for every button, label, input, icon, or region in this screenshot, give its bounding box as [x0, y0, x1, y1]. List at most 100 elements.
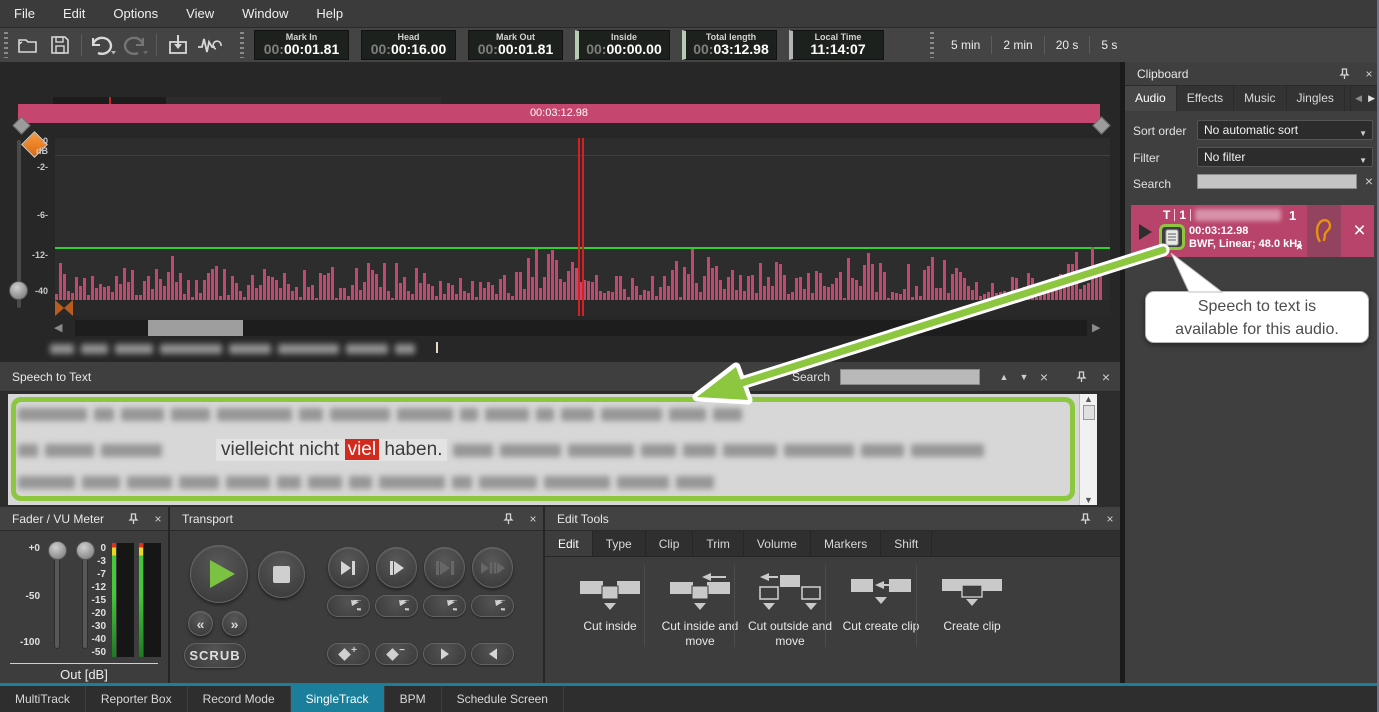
add-marker-button[interactable]: + [327, 643, 370, 665]
skip-forward-button[interactable]: » [222, 611, 247, 636]
speech-text-doc-icon[interactable] [1159, 224, 1185, 250]
play-around-button[interactable] [472, 547, 513, 588]
tab-music[interactable]: Music [1234, 86, 1286, 111]
speech-search-input[interactable] [840, 369, 980, 385]
menu-edit[interactable]: Edit [49, 6, 99, 21]
tab-trim[interactable]: Trim [693, 531, 744, 556]
audio-waveform-button[interactable] [194, 32, 226, 58]
import-audio-button[interactable] [162, 32, 194, 58]
zoom-2min-button[interactable]: 2 min [992, 35, 1043, 55]
loop-button-1[interactable] [327, 595, 370, 617]
play-to-end-button[interactable] [328, 547, 369, 588]
play-button[interactable] [190, 545, 248, 603]
tab-record-mode[interactable]: Record Mode [188, 686, 291, 712]
tab-type[interactable]: Type [593, 531, 646, 556]
loop-button-2[interactable] [375, 595, 418, 617]
search-clear-icon[interactable]: × [1359, 173, 1379, 189]
tab-jingles[interactable]: Jingles [1287, 86, 1345, 111]
prev-marker-button[interactable] [471, 643, 514, 665]
sort-order-dropdown[interactable]: No automatic sort▼ [1197, 120, 1373, 140]
toolbar-grip[interactable] [930, 32, 934, 58]
tool-cut-outside-and-move[interactable]: Cut outside and move [746, 573, 834, 649]
stop-button[interactable] [258, 551, 305, 598]
next-marker-button[interactable] [423, 643, 466, 665]
tabs-scroll-right-icon[interactable]: ▶ [1368, 93, 1375, 104]
transcript-scrollbar[interactable]: ▲ ▼ [1079, 394, 1097, 505]
tabs-scroll-left-icon[interactable]: ◀ [1355, 93, 1362, 104]
playhead-cursor[interactable] [582, 138, 584, 316]
remove-marker-button[interactable]: − [375, 643, 418, 665]
undo-button[interactable] [87, 32, 119, 58]
clipboard-audio-entry[interactable]: T 1 1 00:03:12.98 BWF, Linear; 48.0 kHz … [1131, 205, 1374, 257]
crossfade-marker-icon[interactable] [55, 300, 73, 316]
output-fader-track-left[interactable] [54, 553, 60, 649]
tool-cut-inside-and-move[interactable]: Cut inside and move [656, 573, 744, 649]
scroll-left-arrow[interactable]: ◀ [54, 321, 62, 334]
loop-button-4[interactable] [471, 595, 514, 617]
tab-schedule-screen[interactable]: Schedule Screen [442, 686, 564, 712]
entry-delete-button[interactable]: × [1345, 205, 1374, 257]
pin-icon[interactable] [1339, 68, 1359, 80]
collapse-chevrons-icon[interactable]: » [1291, 243, 1306, 250]
tab-bpm[interactable]: BPM [385, 686, 442, 712]
tab-audio[interactable]: Audio [1125, 86, 1177, 111]
open-folder-button[interactable] [12, 32, 44, 58]
filter-dropdown[interactable]: No filter▼ [1197, 147, 1373, 167]
tab-volume[interactable]: Volume [744, 531, 811, 556]
menu-options[interactable]: Options [99, 6, 172, 21]
play-from-cursor-button[interactable] [376, 547, 417, 588]
search-next-icon[interactable]: ▼ [1014, 372, 1034, 382]
scroll-right-arrow[interactable]: ▶ [1092, 321, 1100, 334]
tab-clip[interactable]: Clip [646, 531, 694, 556]
pin-icon[interactable] [503, 513, 523, 525]
clipboard-search-input[interactable] [1197, 174, 1357, 189]
save-button[interactable] [44, 32, 76, 58]
zoom-20s-button[interactable]: 20 s [1045, 35, 1090, 55]
zoom-range-strip[interactable] [53, 97, 441, 104]
output-fader-knob-left[interactable] [48, 541, 67, 560]
tab-edit[interactable]: Edit [545, 531, 593, 556]
playhead-cursor[interactable] [578, 138, 580, 316]
pin-icon[interactable] [128, 513, 148, 525]
pin-icon[interactable] [1076, 371, 1096, 383]
scrollbar-thumb[interactable] [148, 320, 243, 336]
close-icon[interactable]: × [1096, 369, 1116, 385]
search-prev-icon[interactable]: ▲ [994, 372, 1014, 382]
tool-cut-inside[interactable]: Cut inside [566, 573, 654, 634]
scrub-button[interactable]: SCRUB [184, 643, 246, 668]
tab-singletrack[interactable]: SingleTrack [291, 686, 385, 712]
tab-reporter-box[interactable]: Reporter Box [86, 686, 188, 712]
tab-effects[interactable]: Effects [1177, 86, 1234, 111]
close-icon[interactable]: × [523, 512, 543, 526]
tab-markers[interactable]: Markers [811, 531, 881, 556]
zoom-5min-button[interactable]: 5 min [940, 35, 991, 55]
menu-view[interactable]: View [172, 6, 228, 21]
pin-icon[interactable] [1080, 513, 1100, 525]
toolbar-grip[interactable] [4, 32, 8, 58]
scroll-down-icon[interactable]: ▼ [1084, 495, 1093, 505]
entry-play-icon[interactable] [1139, 224, 1152, 240]
prelisten-section[interactable] [1307, 205, 1341, 257]
waveform-canvas[interactable] [55, 138, 1110, 316]
loop-button-3[interactable] [423, 595, 466, 617]
close-icon[interactable]: × [1359, 67, 1379, 81]
tab-shift[interactable]: Shift [881, 531, 932, 556]
scroll-up-icon[interactable]: ▲ [1084, 394, 1093, 404]
menu-window[interactable]: Window [228, 6, 302, 21]
tool-cut-create-clip[interactable]: Cut create clip [837, 573, 925, 634]
clip-overview-bar[interactable]: 00:03:12.98 [18, 104, 1100, 123]
menu-help[interactable]: Help [302, 6, 357, 21]
tab-multitrack[interactable]: MultiTrack [0, 686, 86, 712]
search-clear-icon[interactable]: × [1034, 369, 1054, 385]
scrollbar-thumb[interactable] [1083, 405, 1095, 420]
toolbar-grip[interactable] [240, 32, 244, 58]
zoom-5s-button[interactable]: 5 s [1090, 35, 1128, 55]
tool-create-clip[interactable]: Create clip [928, 573, 1016, 634]
skip-back-button[interactable]: « [188, 611, 213, 636]
close-icon[interactable]: × [1100, 512, 1120, 526]
waveform-scrollbar[interactable] [75, 320, 1087, 336]
close-icon[interactable]: × [148, 512, 168, 526]
menu-file[interactable]: File [0, 6, 49, 21]
transcript-area[interactable]: vielleicht nicht viel haben. ▲ ▼ [8, 394, 1097, 505]
play-selection-button[interactable] [424, 547, 465, 588]
